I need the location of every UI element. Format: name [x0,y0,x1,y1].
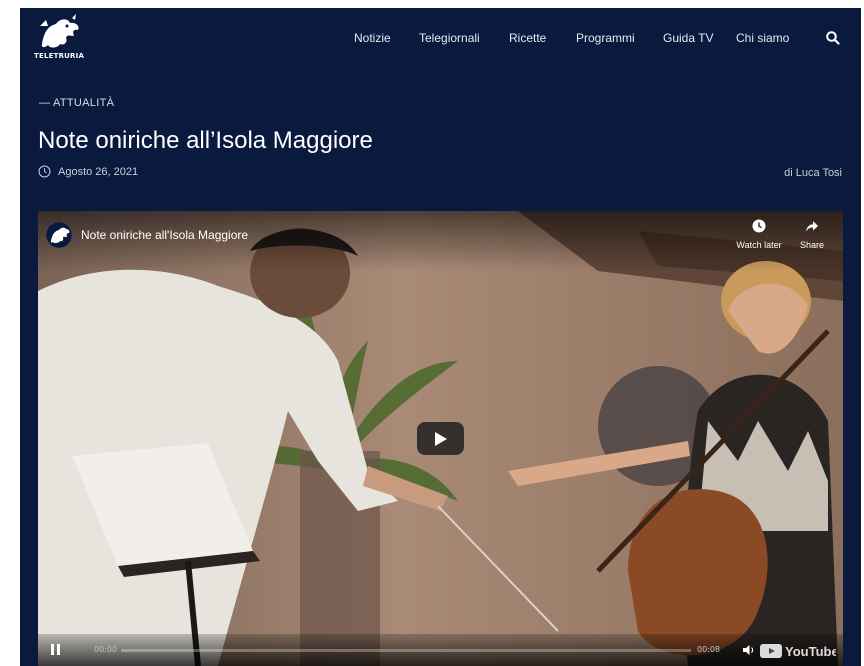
nav-item-programmi[interactable]: Programmi [576,31,635,45]
watch-later-label: Watch later [736,240,782,250]
play-button[interactable] [417,422,464,455]
clock-watch-later-icon [752,219,766,233]
nav-item-ricette[interactable]: Ricette [509,31,546,45]
clock-icon [38,165,51,178]
article-category[interactable]: — ATTUALITÀ [39,97,114,109]
video-duration: 00:08 [697,645,721,654]
volume-icon[interactable] [742,643,756,657]
lion-emblem-icon [40,14,79,48]
watch-later-button[interactable]: Watch later [734,219,784,250]
page: TELETRURIA Notizie Telegiornali Ricette … [20,8,861,666]
site-header: TELETRURIA Notizie Telegiornali Ricette … [20,8,861,74]
site-logo[interactable]: TELETRURIA [34,14,84,64]
nav-item-notizie[interactable]: Notizie [354,31,391,45]
youtube-video-player[interactable]: Note oniriche all'Isola Maggiore Watch l… [38,211,843,666]
channel-lion-icon [46,222,72,248]
article-date-row: Agosto 26, 2021 [38,165,138,178]
youtube-control-bar: 00:00 00:08 YouTube [38,634,843,666]
current-time: 00:00 [94,645,118,654]
search-icon[interactable] [825,30,841,46]
youtube-logo[interactable]: YouTube [760,642,836,660]
share-button[interactable]: Share [787,219,837,250]
pause-icon[interactable] [51,644,61,655]
article-date: Agosto 26, 2021 [58,165,139,178]
youtube-logo-text: YouTube [785,644,836,659]
logo-text: TELETRURIA [34,52,85,60]
share-arrow-icon [806,221,818,232]
nav-item-telegiornali[interactable]: Telegiornali [419,31,480,45]
nav-item-guida-tv[interactable]: Guida TV [663,31,713,45]
nav-item-chi-siamo[interactable]: Chi siamo [736,31,789,45]
progress-bar[interactable] [121,649,691,652]
article-author[interactable]: di Luca Tosi [784,167,842,179]
share-label: Share [799,240,825,250]
video-title[interactable]: Note oniriche all'Isola Maggiore [81,228,248,242]
article-title: Note oniriche all’Isola Maggiore [38,127,373,154]
channel-avatar[interactable] [46,222,72,248]
